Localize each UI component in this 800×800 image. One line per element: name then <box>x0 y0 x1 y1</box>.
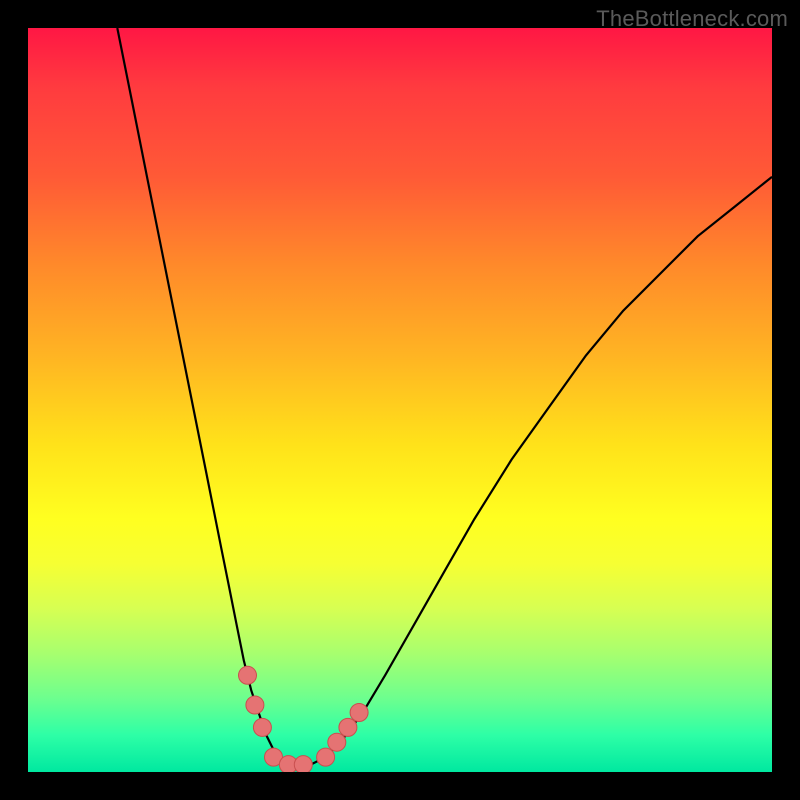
chart-svg <box>28 28 772 772</box>
data-marker <box>246 696 264 714</box>
watermark-text: TheBottleneck.com <box>596 6 788 32</box>
data-marker <box>239 666 257 684</box>
data-marker <box>294 756 312 772</box>
curve-left <box>117 28 295 765</box>
data-marker <box>328 733 346 751</box>
data-marker <box>317 748 335 766</box>
data-markers <box>239 666 369 772</box>
chart-frame: TheBottleneck.com <box>0 0 800 800</box>
data-marker <box>339 718 357 736</box>
plot-area <box>28 28 772 772</box>
curve-right <box>311 177 772 765</box>
data-marker <box>253 718 271 736</box>
data-marker <box>350 704 368 722</box>
